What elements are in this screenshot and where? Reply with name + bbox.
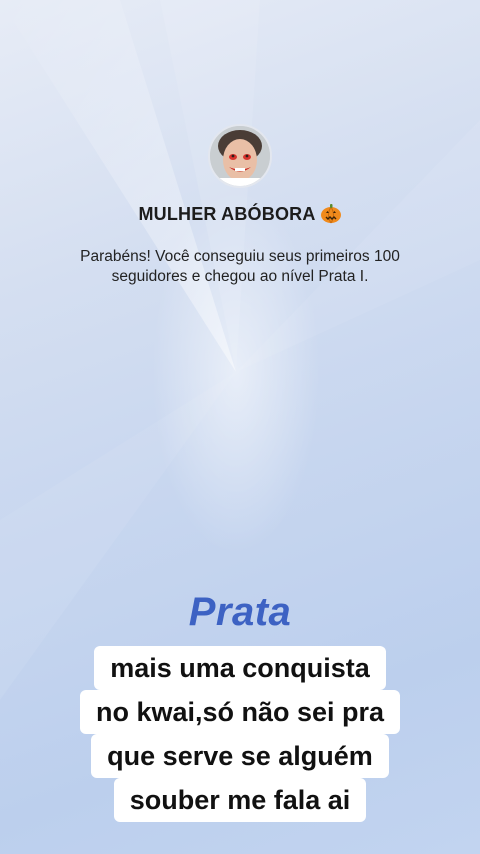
pumpkin-icon bbox=[320, 204, 341, 224]
profile-avatar[interactable] bbox=[208, 124, 272, 188]
caption-line: no kwai,só não sei pra bbox=[79, 690, 401, 734]
caption-overlay: mais uma conquista no kwai,só não sei pr… bbox=[0, 646, 480, 822]
caption-line: que serve se alguém bbox=[91, 734, 389, 778]
caption-line: souber me fala ai bbox=[113, 778, 367, 822]
achievement-message: Parabéns! Você conseguiu seus primeiros … bbox=[80, 248, 400, 285]
profile-username-row: MULHER ABÓBORA bbox=[0, 202, 480, 225]
level-title: Prata bbox=[188, 590, 292, 634]
caption-line: mais uma conquista bbox=[94, 646, 386, 690]
profile-username: MULHER ABÓBORA bbox=[138, 204, 316, 224]
